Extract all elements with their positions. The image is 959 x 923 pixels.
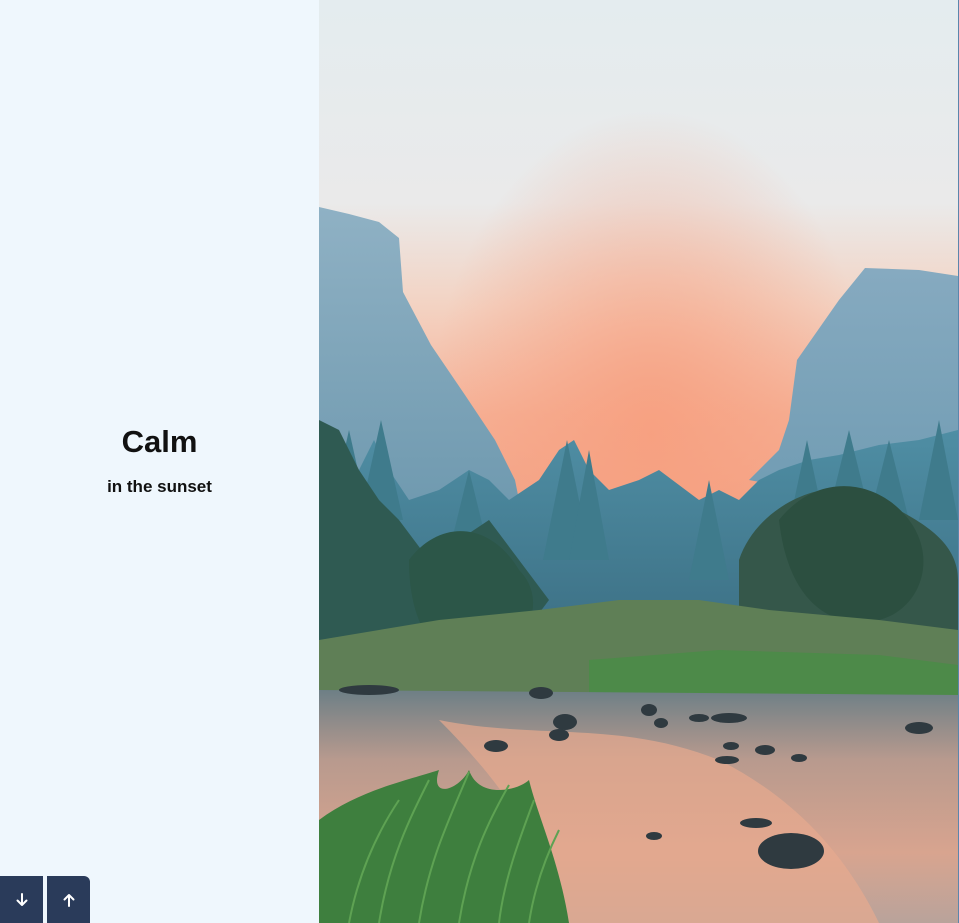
- slide-subtitle: in the sunset: [107, 477, 212, 496]
- slide-title: Calm: [121, 424, 198, 459]
- left-panel: Calm in the sunset: [0, 0, 319, 923]
- arrow-down-icon: [16, 892, 27, 906]
- slide-image: [319, 0, 958, 923]
- arrow-up-icon: [63, 893, 74, 907]
- slide-down-button[interactable]: [0, 876, 43, 923]
- landscape-image: [319, 0, 958, 923]
- slide-up-button[interactable]: [47, 876, 90, 923]
- slider-controls: [0, 876, 90, 923]
- vertical-slider: Calm in the sunset: [0, 0, 959, 923]
- slide-text: Calm in the sunset: [0, 422, 319, 498]
